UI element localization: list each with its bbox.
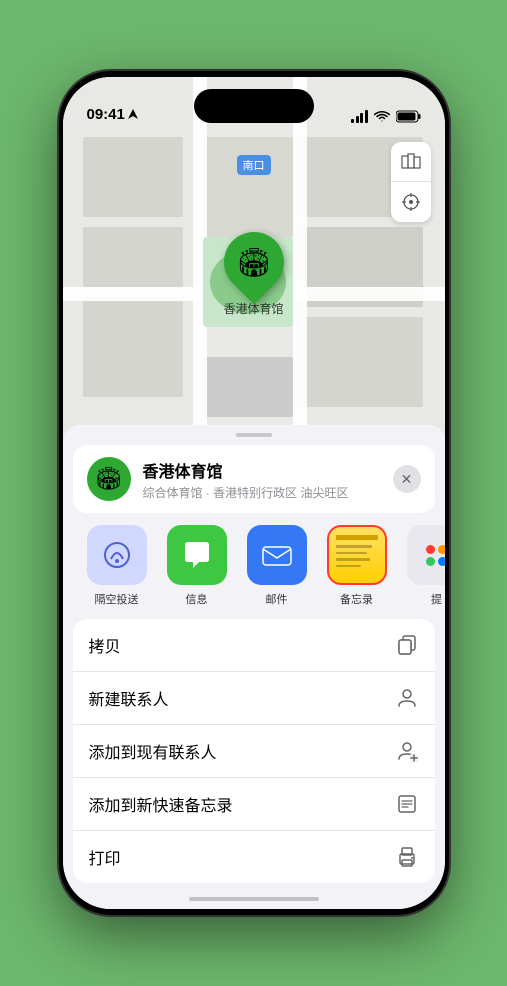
airdrop-icon [87, 525, 147, 585]
map-pin: 🏟 香港体育馆 [223, 232, 283, 317]
signal-bar-2 [356, 116, 359, 123]
map-type-icon [401, 152, 421, 172]
more-icon [407, 525, 445, 585]
time-display: 09:41 [87, 106, 125, 123]
pin-stadium-icon: 🏟 [236, 246, 272, 279]
signal-bar-1 [351, 119, 354, 123]
notes-label: 备忘录 [340, 591, 373, 607]
dynamic-island [194, 89, 314, 123]
action-copy[interactable]: 拷贝 [73, 619, 435, 672]
action-add-note[interactable]: 添加到新快速备忘录 [73, 778, 435, 831]
action-add-existing[interactable]: 添加到现有联系人 [73, 725, 435, 778]
home-indicator [189, 897, 319, 901]
add-existing-label: 添加到现有联系人 [89, 739, 217, 763]
mail-label: 邮件 [266, 591, 288, 607]
notes-icon [327, 525, 387, 585]
new-contact-icon [395, 686, 419, 710]
add-note-label: 添加到新快速备忘录 [89, 792, 233, 816]
phone-screen: 09:41 [63, 77, 445, 909]
add-existing-icon [395, 739, 419, 763]
airdrop-label: 隔空投送 [95, 591, 139, 607]
status-icons [351, 109, 421, 123]
pin-circle: 🏟 [211, 220, 296, 305]
quick-note-icon [395, 792, 419, 816]
share-item-mail[interactable]: 邮件 [237, 525, 317, 607]
map-south-entrance-label: 南口 [237, 155, 271, 175]
more-label: 提 [431, 591, 442, 607]
close-button[interactable]: ✕ [393, 465, 421, 493]
venue-header: 🏟 香港体育馆 综合体育馆 · 香港特别行政区 油尖旺区 ✕ [73, 445, 435, 513]
sheet-handle [236, 433, 272, 437]
share-item-messages[interactable]: 信息 [157, 525, 237, 607]
wifi-icon [374, 109, 390, 123]
mail-svg [259, 537, 295, 573]
location-arrow-icon [128, 109, 138, 121]
airdrop-svg [101, 539, 133, 571]
phone-frame: 09:41 [59, 71, 449, 915]
signal-bars [351, 110, 368, 123]
copy-icon [395, 633, 419, 657]
bottom-sheet: 🏟 香港体育馆 综合体育馆 · 香港特别行政区 油尖旺区 ✕ [63, 425, 445, 909]
status-time: 09:41 [87, 106, 138, 123]
signal-bar-4 [365, 110, 368, 123]
map-type-button[interactable] [391, 142, 431, 182]
share-item-notes[interactable]: 备忘录 [317, 525, 397, 607]
messages-icon [167, 525, 227, 585]
battery-icon [396, 110, 421, 123]
map-controls [391, 142, 431, 222]
action-list: 拷贝 新建联系人 [73, 619, 435, 883]
map-label-text: 南口 [243, 160, 265, 172]
venue-icon: 🏟 [87, 457, 131, 501]
print-label: 打印 [89, 845, 121, 869]
share-row: 隔空投送 信息 [63, 513, 445, 619]
copy-label: 拷贝 [89, 633, 121, 657]
print-icon [395, 845, 419, 869]
share-item-more[interactable]: 提 [397, 525, 445, 607]
venue-name: 香港体育馆 [143, 458, 381, 482]
venue-info: 香港体育馆 综合体育馆 · 香港特别行政区 油尖旺区 [143, 458, 381, 501]
mail-icon [247, 525, 307, 585]
action-new-contact[interactable]: 新建联系人 [73, 672, 435, 725]
messages-label: 信息 [186, 591, 208, 607]
share-item-airdrop[interactable]: 隔空投送 [77, 525, 157, 607]
location-icon [402, 193, 420, 211]
close-icon: ✕ [401, 471, 413, 488]
location-button[interactable] [391, 182, 431, 222]
new-contact-label: 新建联系人 [89, 686, 169, 710]
venue-subtitle: 综合体育馆 · 香港特别行政区 油尖旺区 [143, 484, 381, 501]
signal-bar-3 [360, 113, 363, 123]
action-print[interactable]: 打印 [73, 831, 435, 883]
messages-svg [179, 537, 215, 573]
